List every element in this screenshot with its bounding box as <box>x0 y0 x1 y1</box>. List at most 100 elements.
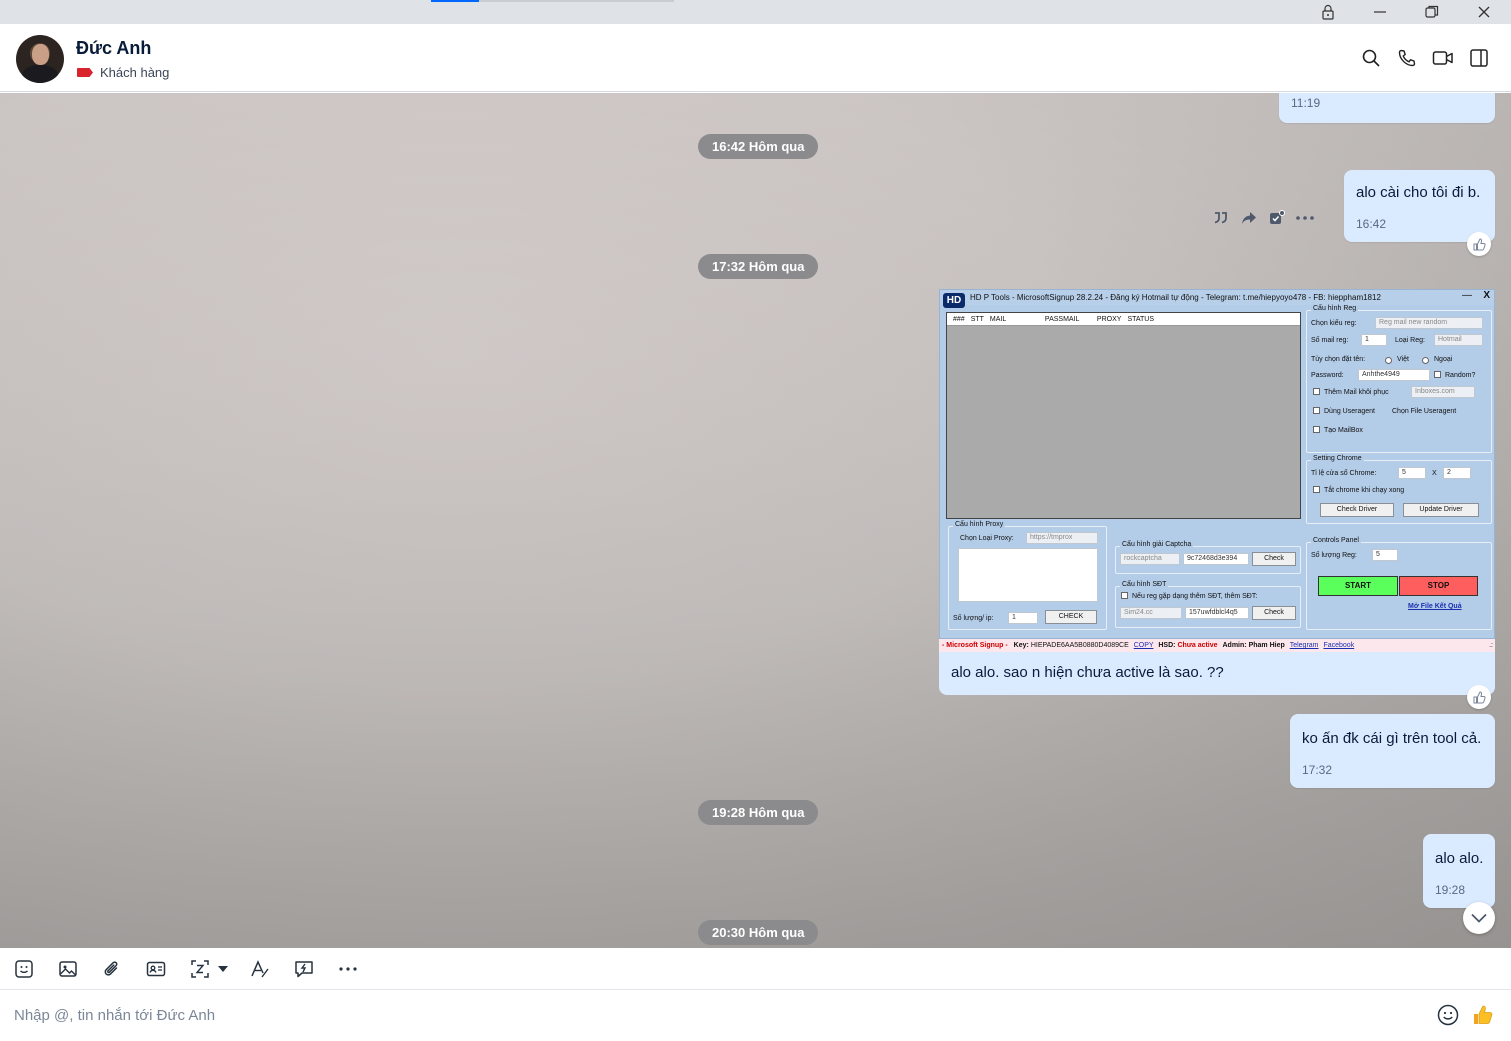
field: 9c72468d3e394 <box>1183 553 1249 565</box>
open-result-link: Mở File Kết Quả <box>1408 603 1462 610</box>
status-admin-label: Admin: <box>1222 642 1247 649</box>
group-title: Controls Panel <box>1311 537 1361 544</box>
label: Chọn Loại Proxy: <box>960 535 1014 542</box>
restore-icon[interactable] <box>1414 0 1450 24</box>
quote-icon[interactable] <box>1212 209 1230 227</box>
label: Tùy chọn đặt tên: <box>1311 356 1366 363</box>
phone-icon[interactable] <box>1395 46 1419 70</box>
sidebar-toggle-icon[interactable] <box>1467 46 1491 70</box>
message-bubble[interactable]: alo cài cho tôi đi b. 16:42 <box>1344 170 1495 242</box>
status-app: - Microsoft Signup - <box>942 642 1008 649</box>
time-separator: 16:42 Hôm qua <box>698 134 819 159</box>
close-icon[interactable] <box>1466 0 1502 24</box>
message-bubble[interactable]: alo alo. 19:28 <box>1423 834 1495 908</box>
tool-close: X <box>1483 290 1490 301</box>
field: 157uwfdblcl4q5 <box>1185 607 1249 619</box>
grid-col: PROXY <box>1096 316 1122 323</box>
quick-message-icon[interactable] <box>293 958 315 980</box>
field: 5 <box>1372 549 1398 561</box>
checkbox <box>1313 407 1320 414</box>
check-driver-button: Check Driver <box>1320 503 1394 517</box>
video-call-icon[interactable] <box>1431 46 1455 70</box>
forward-icon[interactable] <box>1240 209 1258 227</box>
proxy-check-button: CHECK <box>1045 610 1097 624</box>
image-icon[interactable] <box>57 958 79 980</box>
phone-check-button: Check <box>1252 606 1296 620</box>
message-bubble[interactable]: ko ấn đk cái gì trên tool cả. 17:32 <box>1290 714 1495 788</box>
screenshot-icon[interactable] <box>189 958 211 980</box>
message-text: alo alo. <box>1435 850 1484 867</box>
label: Tạo MailBox <box>1324 427 1363 434</box>
field: https://tmprox <box>1026 532 1098 544</box>
thumbs-up-icon[interactable] <box>1471 1003 1495 1027</box>
group-title: Setting Chrome <box>1311 455 1364 462</box>
minimize-icon[interactable] <box>1362 0 1398 24</box>
label: Tỉ lệ cửa sổ Chrome: <box>1311 470 1377 477</box>
react-like-button[interactable] <box>1467 685 1491 709</box>
grid-col: MAIL <box>989 316 1007 323</box>
label: Số lượng/ ip: <box>953 615 994 622</box>
field: Anhthe4949 <box>1358 369 1430 381</box>
message-bubble-partial[interactable]: 11:19 <box>1279 93 1495 123</box>
label: Số lượng Reg: <box>1311 552 1357 559</box>
avatar[interactable] <box>16 35 64 83</box>
more-icon[interactable] <box>1296 209 1314 227</box>
radio <box>1422 357 1429 364</box>
time-separator: 17:32 Hôm qua <box>698 254 819 279</box>
react-like-button[interactable] <box>1467 232 1491 256</box>
tool-status-bar: - Microsoft Signup - Key: HIEPADE6AA5B08… <box>939 639 1495 652</box>
tool-minimize: — <box>1462 290 1472 301</box>
active-tab-indicator <box>431 0 479 2</box>
time-separator: 19:28 Hôm qua <box>698 800 819 825</box>
message-input[interactable] <box>14 1003 1394 1027</box>
label: Loại Reg: <box>1395 337 1425 344</box>
field: Hotmail <box>1434 334 1483 346</box>
group-title: Cấu hình Proxy <box>953 521 1006 528</box>
status-facebook: Facebook <box>1323 642 1355 649</box>
text-format-icon[interactable] <box>249 958 271 980</box>
label: X <box>1432 470 1437 477</box>
label: Số mail reg: <box>1311 337 1349 344</box>
scroll-to-bottom-button[interactable] <box>1463 902 1495 934</box>
status-telegram: Telegram <box>1289 642 1319 649</box>
radio <box>1385 357 1392 364</box>
status-grip: .: <box>1489 642 1493 649</box>
status-key-value: HIEPADE6AA5B0880D4089CE <box>1030 642 1129 649</box>
chevron-down-icon <box>1471 913 1487 923</box>
lock-icon[interactable] <box>1310 0 1346 24</box>
proxy-textarea <box>958 548 1098 602</box>
emoji-icon[interactable] <box>1436 1003 1460 1027</box>
tool-grid-header: ### STT MAIL PASSMAIL PROXY STATUS <box>947 313 1300 326</box>
contact-name[interactable]: Đức Anh <box>76 38 151 59</box>
grid-col: ### <box>953 316 965 323</box>
label: Thêm Mail khôi phục <box>1324 389 1389 396</box>
message-time: 17:32 <box>1302 763 1333 777</box>
group-title: Cấu hình Reg <box>1311 305 1359 312</box>
tag-label: Khách hàng <box>100 65 170 80</box>
attach-icon[interactable] <box>101 958 123 980</box>
contact-card-icon[interactable] <box>145 958 167 980</box>
label: Nếu reg gặp dạng thêm SĐT, thêm SĐT: <box>1132 593 1258 600</box>
update-driver-button: Update Driver <box>1403 503 1479 517</box>
window-titlebar <box>0 0 1511 24</box>
sticker-icon[interactable] <box>13 958 35 980</box>
checkbox <box>1313 426 1320 433</box>
label: Việt <box>1397 356 1409 363</box>
checkbox <box>1313 486 1320 493</box>
time-separator: 20:30 Hôm qua <box>698 920 819 945</box>
contact-tag[interactable]: Khách hàng <box>77 65 169 80</box>
label: Chọn kiểu reg: <box>1311 320 1357 327</box>
composer-toolbar <box>0 948 1511 990</box>
edit-todo-icon[interactable] <box>1268 209 1286 227</box>
search-icon[interactable] <box>1359 46 1383 70</box>
chat-area[interactable]: 11:19 16:42 Hôm qua alo cài cho tôi đi b… <box>0 93 1511 948</box>
message-text: alo alo. sao n hiện chưa active là sao. … <box>951 664 1224 681</box>
status-admin-value: Pham Hiep <box>1248 642 1285 649</box>
message-time: 16:42 <box>1356 217 1387 231</box>
dropdown-icon[interactable] <box>214 958 232 980</box>
tool-screenshot-image[interactable]: HD HD P Tools - MicrosoftSignup 28.2.24 … <box>939 289 1495 639</box>
field: 5 <box>1398 467 1426 479</box>
stop-button: STOP <box>1399 576 1478 596</box>
tool-title: HD P Tools - MicrosoftSignup 28.2.24 - Đ… <box>940 290 1494 305</box>
more-icon[interactable] <box>337 958 359 980</box>
